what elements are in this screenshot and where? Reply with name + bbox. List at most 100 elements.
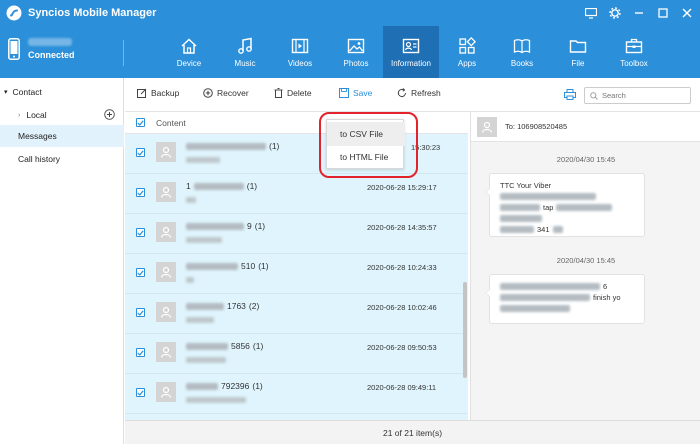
backup-button[interactable]: Backup [137, 88, 179, 98]
nav-file[interactable]: File [550, 26, 606, 78]
message-text: 6 [603, 282, 608, 291]
nav-toolbox[interactable]: Toolbox [606, 26, 662, 78]
row-title-visible: 5856 [231, 341, 250, 351]
row-title: 510 (1) [186, 261, 269, 271]
nav-music[interactable]: Music [217, 26, 273, 78]
message-timestamp: 2020/04/30 15:45 [556, 256, 616, 265]
plus-circle-icon [203, 88, 213, 98]
list-item[interactable]: 9 (1) 2020-06-28 14:35:57 [125, 214, 468, 254]
select-all-checkbox[interactable] [136, 118, 145, 127]
row-title: 9 (1) [186, 221, 265, 231]
avatar [156, 262, 176, 282]
gear-icon[interactable] [608, 6, 622, 20]
row-title-visible: 510 [241, 261, 256, 271]
message-line: 6 [500, 281, 634, 292]
row-title: 1 (1) [186, 181, 257, 191]
main-nav: Connected Device Music Videos Photos Inf… [0, 26, 700, 78]
collapse-caret-icon: ▾ [4, 89, 8, 96]
device-info[interactable]: Connected [8, 38, 75, 60]
refresh-icon [397, 88, 406, 97]
device-name-redacted [28, 38, 72, 46]
sidebar-item-contact[interactable]: ▾ Contact [0, 81, 124, 103]
avatar [156, 302, 176, 322]
row-preview-redacted [186, 357, 226, 363]
row-checkbox[interactable] [136, 348, 145, 357]
message-count: (1) [269, 141, 280, 151]
nav-information[interactable]: Information [383, 26, 439, 78]
nav-label: Device [176, 58, 202, 68]
row-title: 792396 (1) [186, 381, 263, 391]
music-note-icon [238, 37, 252, 54]
app-title: Syncios Mobile Manager [28, 7, 157, 19]
refresh-button[interactable]: Refresh [397, 88, 441, 98]
list-item[interactable]: 792396 (1) 2020-06-28 09:49:11 [125, 374, 468, 414]
save-label: Save [353, 88, 373, 98]
nav-label: Apps [457, 58, 477, 68]
row-date: 2020-06-28 10:24:33 [367, 263, 437, 272]
recover-button[interactable]: Recover [203, 88, 249, 98]
row-checkbox[interactable] [136, 308, 145, 317]
row-title-visible: 1763 [227, 301, 246, 311]
sidebar-item-local[interactable]: › Local [0, 104, 124, 126]
status-bar: 21 of 21 item(s) [125, 420, 700, 444]
nav-books[interactable]: Books [494, 26, 550, 78]
row-date: 2020-06-28 15:29:17 [367, 183, 437, 192]
sidebar-item-label: Messages [18, 131, 57, 141]
row-date: 2020-06-28 14:35:57 [367, 223, 437, 232]
nav-apps[interactable]: Apps [439, 26, 495, 78]
row-date: 2020-06-28 10:02:46 [367, 303, 437, 312]
message-line [500, 191, 634, 202]
list-item[interactable]: 510 (1) 2020-06-28 10:24:33 [125, 254, 468, 294]
message-count: (1) [246, 181, 258, 191]
row-checkbox[interactable] [136, 268, 145, 277]
row-date: 2020-06-28 09:50:53 [367, 343, 437, 352]
sidebar-item-call-history[interactable]: Call history [0, 148, 124, 170]
delete-button[interactable]: Delete [274, 88, 312, 98]
sidebar-item-messages[interactable]: Messages [0, 125, 124, 147]
message-line: 341 [500, 224, 634, 235]
recover-label: Recover [217, 88, 249, 98]
list-scrollbar[interactable] [463, 282, 467, 378]
row-checkbox[interactable] [136, 388, 145, 397]
nav-videos[interactable]: Videos [272, 26, 328, 78]
printer-icon[interactable] [564, 89, 576, 102]
maximize-icon[interactable] [656, 6, 670, 20]
row-checkbox[interactable] [136, 188, 145, 197]
home-icon [181, 37, 197, 54]
monitor-icon[interactable] [584, 6, 598, 20]
add-circle-icon[interactable] [104, 109, 115, 122]
item-count: 21 of 21 item(s) [382, 427, 443, 438]
message-line: TTC Your Viber [500, 180, 634, 191]
refresh-label: Refresh [411, 88, 441, 98]
list-item[interactable]: 5856 (1) 2020-06-28 09:50:53 [125, 334, 468, 374]
message-bubble: 6 finish yo [485, 274, 645, 324]
message-count: (1) [254, 221, 266, 231]
row-preview-redacted [186, 317, 214, 323]
row-title-visible: 1 [186, 181, 191, 191]
list-item[interactable]: 1763 (2) 2020-06-28 10:02:46 [125, 294, 468, 334]
message-count: (1) [252, 341, 264, 351]
list-item[interactable]: 1 (1) 2020-06-28 15:29:17 [125, 174, 468, 214]
edit-box-icon [137, 88, 147, 98]
nav-photos[interactable]: Photos [328, 26, 384, 78]
row-title: 5856 (1) [186, 341, 263, 351]
message-count: (1) [258, 261, 269, 271]
row-checkbox[interactable] [136, 148, 145, 157]
conversation-header: To: 106908520485 [471, 112, 700, 142]
nav-device[interactable]: Device [161, 26, 217, 78]
floppy-disk-icon [339, 88, 349, 98]
avatar [477, 116, 497, 137]
minimize-icon[interactable] [632, 6, 646, 20]
nav-label: Information [390, 58, 432, 68]
folder-icon [569, 39, 587, 53]
nav-label: Photos [343, 58, 369, 68]
save-button[interactable]: Save [339, 88, 372, 98]
nav-label: Books [510, 58, 534, 68]
row-checkbox[interactable] [136, 228, 145, 237]
phone-icon [8, 38, 20, 60]
search-input[interactable] [602, 91, 682, 100]
row-title: (1) [186, 141, 279, 151]
close-icon[interactable] [680, 6, 694, 20]
message-line: finish yo [500, 292, 634, 303]
message-text: tap [543, 203, 554, 212]
